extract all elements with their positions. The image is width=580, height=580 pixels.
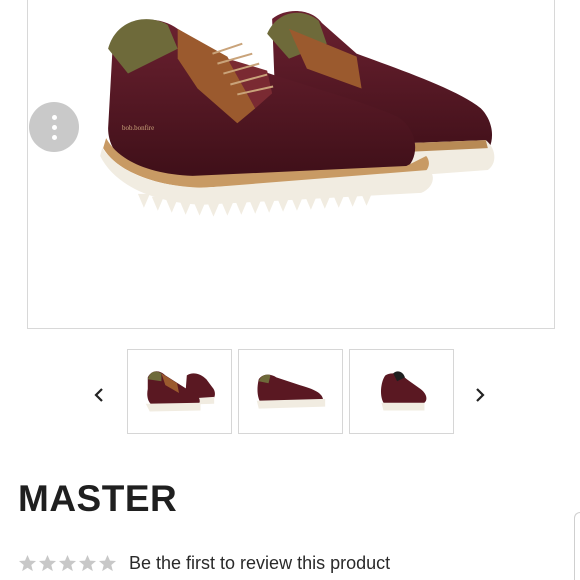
thumbnail-2[interactable] — [238, 349, 343, 434]
side-panel-edge — [574, 512, 580, 580]
menu-dot — [51, 124, 57, 130]
rating-row: Be the first to review this product — [18, 550, 390, 576]
main-product-image[interactable]: bob.bonfire — [27, 0, 555, 329]
shoe-thumbnail-image — [256, 374, 326, 409]
svg-text:bob.bonfire: bob.bonfire — [122, 124, 154, 132]
shoe-thumbnail-image — [145, 371, 215, 412]
thumbnail-1[interactable] — [127, 349, 232, 434]
thumbnail-3[interactable] — [349, 349, 454, 434]
menu-dot — [51, 114, 57, 120]
star-empty-icon — [78, 554, 97, 571]
review-link[interactable]: Be the first to review this product — [129, 553, 390, 574]
star-empty-icon — [18, 554, 37, 571]
menu-dot — [51, 134, 57, 140]
star-empty-icon — [58, 554, 77, 571]
chevron-left-icon[interactable] — [87, 381, 111, 409]
star-empty-icon — [38, 554, 57, 571]
shoe-thumbnail-image — [380, 371, 427, 411]
product-title: MASTER — [18, 478, 178, 519]
star-empty-icon — [98, 554, 117, 571]
shoe-pair-image: bob.bonfire — [100, 11, 495, 217]
rating-stars — [18, 554, 117, 573]
more-vertical-icon[interactable] — [29, 102, 79, 152]
chevron-right-icon[interactable] — [468, 381, 492, 409]
